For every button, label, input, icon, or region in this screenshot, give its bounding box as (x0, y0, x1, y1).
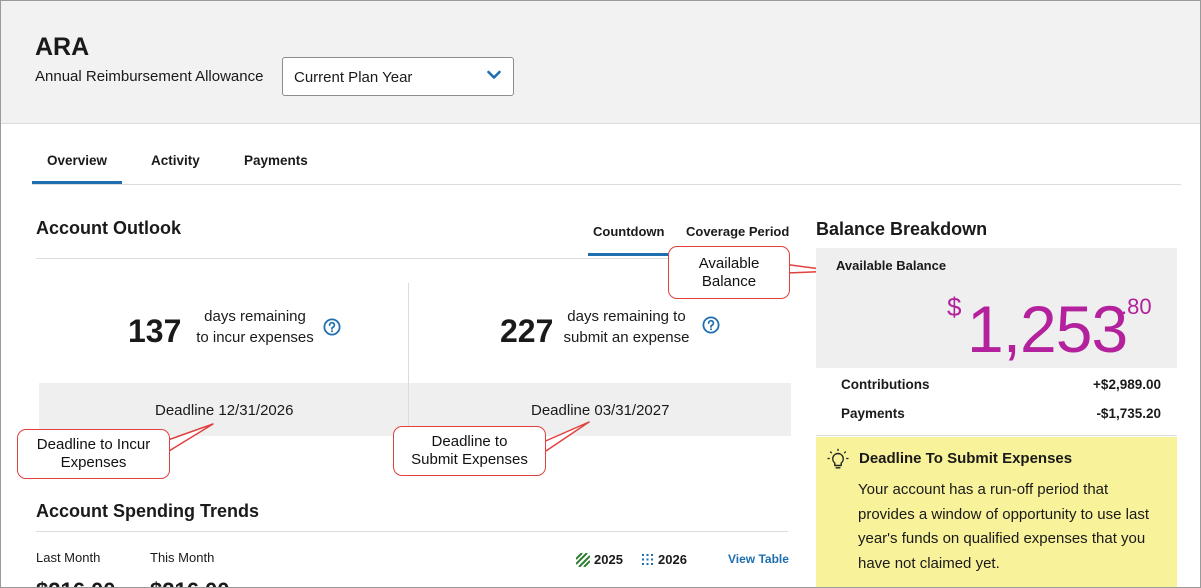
active-tab-indicator (32, 181, 122, 184)
submit-days-label-line1: days remaining to (567, 308, 686, 325)
callout-submit-line2: Submit Expenses (411, 451, 528, 468)
tip-body: Your account has a run-off period that p… (858, 481, 1149, 572)
main-tabs: Overview Activity Payments (32, 141, 1181, 185)
spending-divider (36, 531, 788, 532)
callout-available-line1: Available (698, 254, 760, 272)
submit-days-count: 227 (500, 313, 554, 349)
plan-year-select-value: Current Plan Year (294, 69, 413, 86)
callout-incur-line1: Deadline to Incur (36, 436, 151, 453)
last-month-amount: $216.00 (36, 578, 116, 587)
submit-days-label-line2: submit an expense (563, 329, 690, 346)
payments-label: Payments (841, 406, 905, 421)
subtab-coverage-period[interactable]: Coverage Period (686, 224, 789, 239)
lightbulb-icon (827, 448, 849, 469)
chevron-down-icon (487, 70, 501, 79)
tab-overview[interactable]: Overview (47, 153, 107, 168)
legend-2025: 2025 (576, 552, 623, 567)
page-title: ARA (35, 33, 90, 61)
submit-deadline: Deadline 03/31/2027 (531, 402, 670, 419)
last-month-label: Last Month (36, 550, 101, 565)
legend-2026-label: 2026 (658, 552, 687, 567)
balance-currency: $ (947, 292, 962, 322)
striped-swatch-icon (576, 552, 590, 567)
contributions-label: Contributions (841, 377, 930, 392)
tip-title: Deadline To Submit Expenses (859, 450, 1073, 467)
this-month-label: This Month (150, 550, 215, 565)
balance-breakdown-title: Balance Breakdown (816, 219, 988, 239)
balance-cents: .80 (1121, 294, 1152, 319)
balance-divider (816, 435, 1177, 436)
help-icon[interactable] (702, 316, 720, 334)
legend-2026: 2026 (641, 552, 687, 567)
callout-incur-line2: Expenses (60, 454, 127, 471)
subtab-countdown[interactable]: Countdown (593, 224, 664, 239)
tab-payments[interactable]: Payments (244, 153, 308, 168)
page-subtitle: Annual Reimbursement Allowance (35, 68, 264, 85)
incur-deadline: Deadline 12/31/2026 (155, 402, 294, 419)
countdown-divider (408, 283, 409, 436)
tab-activity[interactable]: Activity (151, 153, 200, 168)
contributions-value: +$2,989.00 (1093, 377, 1161, 392)
balance-amount: 1,253 (967, 292, 1128, 366)
incur-days-label-line1: days remaining (204, 308, 306, 325)
dotted-swatch-icon (642, 554, 653, 565)
page-header: ARA Annual Reimbursement Allowance Curre… (1, 1, 1200, 124)
account-outlook-title: Account Outlook (36, 218, 181, 238)
active-subtab-indicator (588, 253, 670, 256)
incur-days-label: days remaining to incur expenses (191, 306, 319, 348)
callout-submit-line1: Deadline to (431, 433, 508, 450)
this-month-amount: $216.00 (150, 578, 230, 587)
app-frame: ARA Annual Reimbursement Allowance Curre… (0, 0, 1201, 588)
callout-available-line2: Balance (701, 272, 757, 290)
view-table-link[interactable]: View Table (728, 552, 789, 566)
submit-days-label: days remaining to submit an expense (560, 306, 693, 348)
incur-days-label-line2: to incur expenses (196, 329, 314, 346)
payments-value: -$1,735.20 (1096, 406, 1161, 421)
spending-trends-title: Account Spending Trends (36, 501, 260, 521)
incur-days-count: 137 (128, 313, 182, 349)
available-balance-label: Available Balance (836, 258, 947, 273)
plan-year-select[interactable]: Current Plan Year (282, 57, 514, 96)
help-icon[interactable] (323, 318, 341, 336)
legend-2025-label: 2025 (594, 552, 623, 567)
